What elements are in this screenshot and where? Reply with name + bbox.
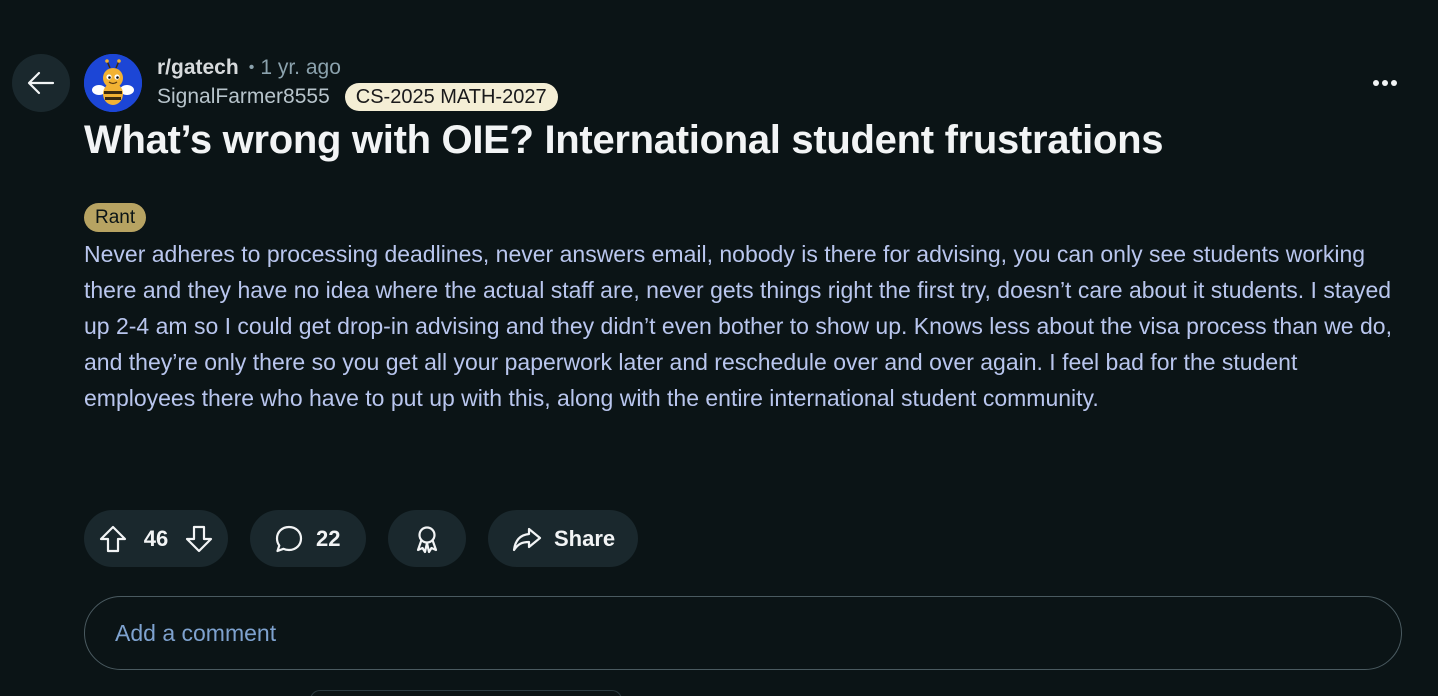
share-label: Share — [554, 525, 616, 551]
bee-mascot-icon — [84, 54, 142, 112]
post-body: Never adheres to processing deadlines, n… — [84, 241, 1392, 411]
comment-count: 22 — [316, 525, 341, 551]
subreddit-avatar[interactable] — [84, 54, 142, 112]
comment-placeholder: Add a comment — [115, 619, 277, 646]
share-arrow-icon — [512, 527, 542, 551]
comments-button[interactable]: 22 — [250, 510, 366, 567]
back-button[interactable] — [12, 54, 70, 112]
post-meta-top: r/gatech • 1 yr. ago — [157, 55, 341, 81]
downvote-button[interactable] — [184, 524, 214, 554]
award-ribbon-icon — [416, 525, 438, 553]
meta-separator: • — [248, 59, 255, 76]
post-age: 1 yr. ago — [260, 56, 341, 79]
more-options-button[interactable] — [1360, 66, 1410, 100]
post-title: What’s wrong with OIE? International stu… — [84, 118, 1164, 162]
arrow-up-icon — [99, 525, 127, 552]
vote-control: 46 — [84, 510, 228, 567]
post-flair-tag[interactable]: Rant — [84, 203, 147, 232]
share-button[interactable]: Share — [488, 510, 638, 567]
award-button[interactable] — [388, 510, 466, 567]
post-meta-bottom: SignalFarmer8555 CS-2025 MATH-2027 — [157, 83, 558, 111]
more-horizontal-icon — [1373, 80, 1397, 86]
arrow-left-icon — [27, 71, 55, 95]
add-comment-input[interactable]: Add a comment — [84, 596, 1402, 670]
author-username[interactable]: SignalFarmer8555 — [157, 85, 330, 109]
speech-bubble-icon — [275, 525, 303, 552]
user-flair: CS-2025 MATH-2027 — [344, 83, 558, 111]
sort-control-peek[interactable] — [310, 690, 622, 696]
post-action-bar: 46 22 Share — [84, 510, 638, 567]
subreddit-name[interactable]: r/gatech — [157, 56, 239, 80]
vote-count: 46 — [143, 525, 169, 551]
upvote-button[interactable] — [98, 524, 128, 554]
arrow-down-icon — [185, 525, 213, 552]
